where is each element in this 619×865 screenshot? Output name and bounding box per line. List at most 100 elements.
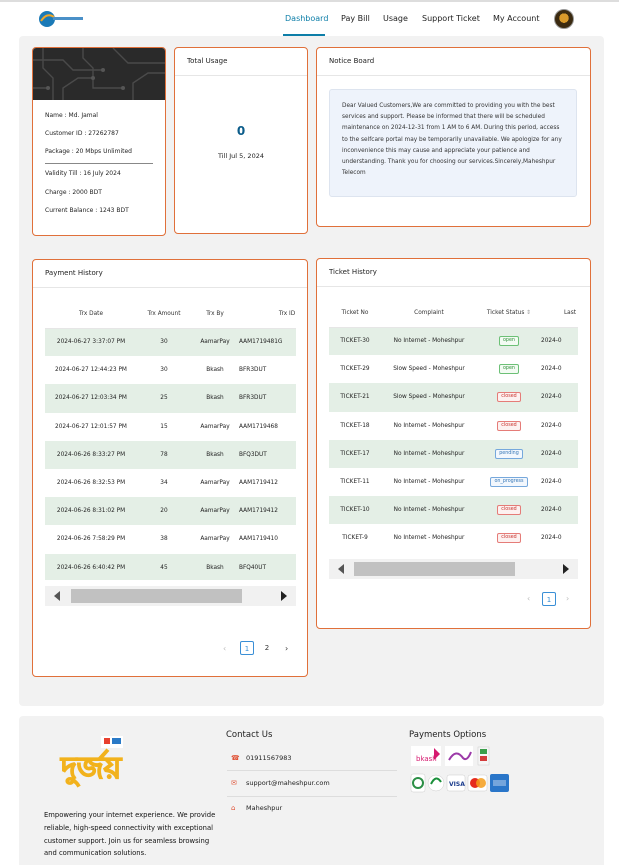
table-cell: 2024-0 (541, 383, 578, 412)
notice-board-card: Notice Board Dear Valued Customers,We ar… (316, 47, 591, 227)
table-row: 2024-06-26 8:33:27 PM 78 Bkash BFQ3DUT (45, 440, 296, 469)
contact-email[interactable]: ✉ support@maheshpur.com (231, 779, 330, 787)
profile-balance: Current Balance : 1243 BDT (45, 207, 129, 214)
table-cell: 2024-06-26 8:33:27 PM (45, 440, 137, 469)
table-cell: No Internet - Moheshpur (393, 535, 465, 542)
payment-table-wrap: Trx Date Trx Amount Trx By Trx ID 2024-0… (45, 300, 296, 580)
page-1[interactable]: 1 (240, 641, 254, 655)
table-cell: 2024-06-26 8:32:53 PM (56, 480, 126, 487)
col-ticket-status[interactable]: Ticket Status ⇕ (477, 299, 541, 328)
table-cell: 2024-06-26 6:40:42 PM (45, 553, 137, 580)
table-cell: BFR3DUT (239, 384, 296, 413)
col-last[interactable]: Last (541, 299, 578, 328)
col-ticket-no[interactable]: Ticket No (329, 299, 381, 328)
table-cell: 30 (160, 367, 168, 374)
footer-brand-logo: দুর্জয় (59, 736, 123, 788)
nav-dashboard[interactable]: Dashboard (285, 14, 328, 23)
table-cell: 2024-06-27 12:03:34 PM (45, 384, 137, 413)
status-badge: open (499, 336, 519, 347)
table-row: TICKET-18 No Internet - Moheshpur closed 20… (329, 412, 578, 440)
scroll-thumb[interactable] (71, 589, 242, 603)
prev-page-icon[interactable]: ‹ (527, 594, 530, 603)
ticket-table-scrollbar[interactable] (329, 559, 578, 579)
table-row: 2024-06-26 8:32:53 PM 34 AamarPay AAM171941… (45, 469, 296, 497)
nav-pay-bill[interactable]: Pay Bill (341, 14, 370, 23)
profile-customer-id: Customer ID : 27262787 (45, 130, 119, 137)
notice-text: Dear Valued Customers,We are committed t… (329, 89, 577, 197)
footer-brand-text: দুর্জয় (60, 749, 123, 787)
table-cell: 38 (160, 536, 168, 543)
table-row: TICKET-29 Slow Speed - Moheshpur open 2024-… (329, 355, 578, 383)
payment-table-scrollbar[interactable] (45, 586, 296, 606)
amex-icon (490, 774, 509, 792)
payment-history-title: Payment History (33, 260, 307, 288)
contact-phone[interactable]: ☎ 01911567983 (231, 754, 292, 762)
table-cell: 2024-06-27 12:01:57 PM (55, 423, 127, 430)
table-cell: 2024-0 (541, 535, 562, 542)
user-avatar[interactable] (554, 9, 574, 29)
payments-title: Payments Options (409, 730, 487, 740)
payment-logos: bkash VISA (410, 746, 509, 793)
table-cell: 25 (137, 384, 191, 413)
table-cell: TICKET-30 (329, 327, 381, 356)
col-complaint[interactable]: Complaint (381, 299, 477, 328)
table-cell: Bkash (191, 553, 239, 580)
next-page-icon[interactable]: › (285, 644, 288, 653)
contact-title: Contact Us (226, 730, 273, 740)
table-cell: AAM1719410 (239, 536, 278, 543)
ticket-table-header: Ticket No Complaint Ticket Status ⇕ Last (329, 299, 578, 328)
table-cell: 2024-0 (541, 366, 562, 373)
status-badge: closed (497, 505, 521, 516)
table-cell: BFR3DUT (239, 367, 267, 374)
table-row: 2024-06-27 3:37:07 PM 30 AamarPay AAM171948… (45, 328, 296, 357)
rocket-icon (477, 746, 490, 766)
table-cell: 2024-06-26 7:58:29 PM (56, 536, 126, 543)
table-cell: 2024-0 (541, 422, 562, 429)
nagad-icon (445, 746, 473, 766)
sort-icon[interactable]: ⇕ (526, 310, 531, 316)
scroll-right-icon[interactable] (281, 591, 287, 601)
total-usage-value: 0 (236, 124, 246, 138)
table-row: 2024-06-26 8:31:02 PM 20 AamarPay AAM171941… (45, 497, 296, 526)
scroll-right-icon[interactable] (563, 564, 569, 574)
nav-usage[interactable]: Usage (383, 14, 408, 23)
payment-table-header: Trx Date Trx Amount Trx By Trx ID (45, 300, 296, 329)
notice-board-title: Notice Board (317, 48, 590, 76)
profile-banner (33, 48, 165, 100)
brand-logo[interactable] (38, 8, 84, 30)
circuit-pattern-icon (33, 48, 165, 100)
col-trx-by[interactable]: Trx By (191, 300, 239, 329)
location-icon: ⌂ (231, 804, 236, 812)
table-cell: AAM1719412 (239, 480, 278, 487)
table-row: 2024-06-27 12:01:57 PM 15 AamarPay AAM17194… (45, 413, 296, 441)
contact-address: ⌂ Maheshpur (231, 804, 283, 812)
page-2[interactable]: 2 (260, 641, 274, 655)
ticket-history-card: Ticket History Ticket No Complaint Ticke… (316, 258, 591, 629)
scroll-left-icon[interactable] (54, 591, 60, 601)
col-trx-id[interactable]: Trx ID (239, 300, 296, 329)
table-cell: BFQ40UT (239, 553, 296, 580)
nav-support-ticket[interactable]: Support Ticket (422, 14, 480, 23)
bkash-icon: bkash (411, 746, 441, 766)
next-page-icon[interactable]: › (566, 594, 569, 603)
table-cell: AamarPay (200, 480, 230, 487)
payment-history-card: Payment History Trx Date Trx Amount Trx … (32, 259, 308, 677)
table-cell: 45 (137, 553, 191, 580)
scroll-left-icon[interactable] (338, 564, 344, 574)
table-cell: BFQ3DUT (239, 440, 296, 469)
table-cell: 15 (160, 423, 168, 430)
nav-my-account[interactable]: My Account (493, 14, 539, 23)
ticket-history-title: Ticket History (317, 259, 590, 287)
table-cell: 2024-0 (541, 327, 578, 356)
table-cell: TICKET-17 (329, 439, 381, 468)
prev-page-icon[interactable]: ‹ (223, 644, 226, 653)
total-usage-title: Total Usage (175, 48, 307, 76)
table-cell: AamarPay (191, 497, 239, 526)
mastercard-icon (467, 774, 488, 792)
col-trx-amount[interactable]: Trx Amount (137, 300, 191, 329)
scroll-thumb[interactable] (354, 562, 515, 576)
table-row: 2024-06-26 6:40:42 PM 45 Bkash BFQ40UT (45, 553, 296, 580)
table-cell: Bkash (191, 384, 239, 413)
page-1[interactable]: 1 (542, 592, 556, 606)
col-trx-date[interactable]: Trx Date (45, 300, 137, 329)
